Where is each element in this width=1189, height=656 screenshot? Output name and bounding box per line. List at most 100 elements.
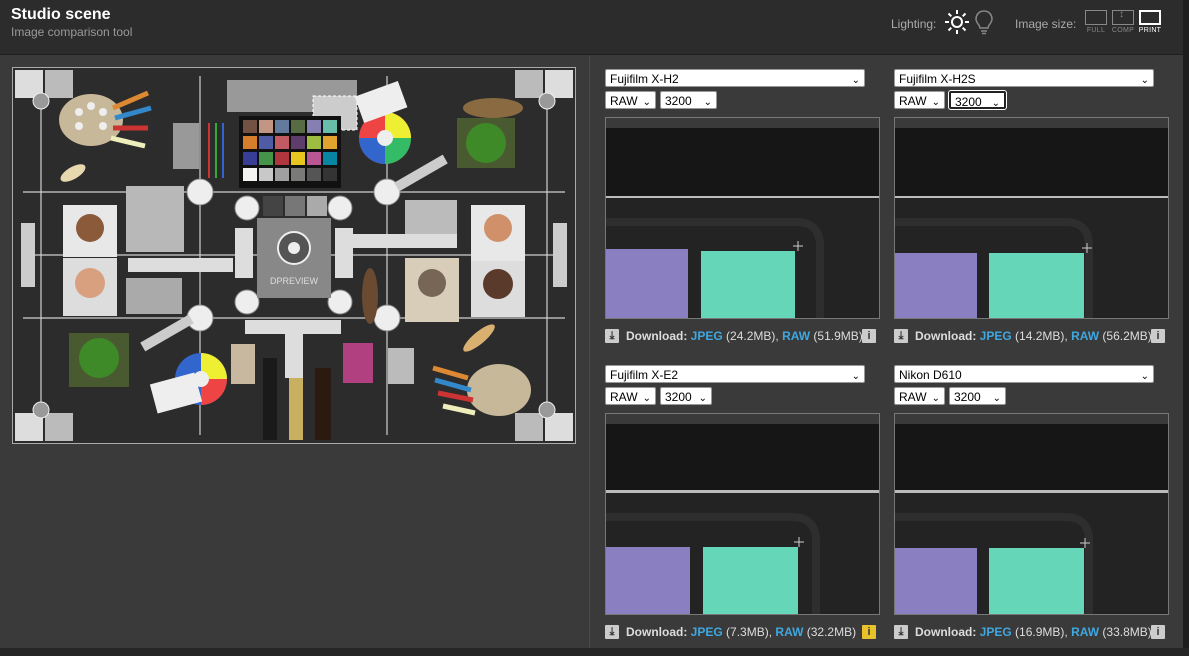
chevron-down-icon: ⌄ bbox=[851, 371, 860, 382]
raw-download-link[interactable]: RAW bbox=[1071, 329, 1099, 343]
raw-size: (33.8MB) bbox=[1102, 625, 1152, 639]
format-select-value: RAW bbox=[610, 390, 638, 404]
size-full-icon bbox=[1085, 10, 1107, 25]
chevron-down-icon: ⌄ bbox=[992, 393, 1001, 404]
format-select[interactable]: RAW ⌄ bbox=[894, 387, 945, 405]
chevron-down-icon: ⌄ bbox=[851, 75, 860, 86]
crop-preview bbox=[895, 414, 1168, 614]
camera-select-value: Fujifilm X-H2S bbox=[899, 72, 976, 86]
format-select-value: RAW bbox=[899, 390, 927, 404]
chevron-down-icon: ⌄ bbox=[642, 97, 651, 108]
iso-select-value: 3200 bbox=[665, 94, 692, 108]
camera-select[interactable]: Fujifilm X-H2 ⌄ bbox=[605, 69, 865, 87]
camera-select[interactable]: Fujifilm X-E2 ⌄ bbox=[605, 365, 865, 383]
size-full-label: FULL bbox=[1086, 27, 1106, 34]
page-subtitle: Image comparison tool bbox=[11, 25, 133, 39]
format-select[interactable]: RAW ⌄ bbox=[605, 91, 656, 109]
crop-preview bbox=[895, 118, 1168, 318]
camera-select-value: Fujifilm X-H2 bbox=[610, 72, 679, 86]
camera-select[interactable]: Nikon D610 ⌄ bbox=[894, 365, 1154, 383]
jpeg-download-link[interactable]: JPEG bbox=[980, 329, 1012, 343]
camera-select-value: Nikon D610 bbox=[899, 368, 962, 382]
download-icon[interactable]: ⤓ bbox=[894, 329, 908, 343]
chevron-down-icon: ⌄ bbox=[931, 393, 940, 404]
jpeg-size: (14.2MB) bbox=[1015, 329, 1065, 343]
raw-download-link[interactable]: RAW bbox=[782, 329, 810, 343]
image-crop[interactable] bbox=[894, 117, 1169, 319]
iso-select[interactable]: 3200 ⌄ bbox=[949, 387, 1006, 405]
bulb-icon[interactable] bbox=[973, 9, 995, 35]
download-label: Download: bbox=[915, 329, 977, 343]
page-title: Studio scene bbox=[11, 6, 111, 23]
chevron-down-icon: ⌄ bbox=[1140, 371, 1149, 382]
comparison-panel-2: Fujifilm X-H2S ⌄ RAW ⌄ 3200 ⌄ ⤓ Download: J… bbox=[894, 69, 1169, 349]
swatch-mint bbox=[989, 253, 1084, 318]
swatch-mint bbox=[701, 251, 795, 318]
chevron-down-icon: ⌄ bbox=[1140, 75, 1149, 86]
image-crop[interactable] bbox=[894, 413, 1169, 615]
download-icon[interactable]: ⤓ bbox=[894, 625, 908, 639]
crop-preview bbox=[606, 414, 879, 614]
iso-select-value: 3200 bbox=[954, 390, 981, 404]
swatch-lavender bbox=[895, 253, 977, 318]
size-comp-icon: ↕ bbox=[1112, 9, 1134, 25]
info-icon[interactable]: i bbox=[1151, 625, 1165, 639]
format-select-value: RAW bbox=[899, 94, 927, 108]
comparison-panel-1: Fujifilm X-H2 ⌄ RAW ⌄ 3200 ⌄ ⤓ Download: JP… bbox=[605, 69, 880, 349]
chevron-down-icon: ⌄ bbox=[642, 393, 651, 404]
format-select[interactable]: RAW ⌄ bbox=[894, 91, 945, 109]
scene-chart-text: DPREVIEW bbox=[270, 276, 319, 286]
raw-download-link[interactable]: RAW bbox=[1071, 625, 1099, 639]
app-header: Studio scene Image comparison tool Light… bbox=[0, 0, 1183, 55]
iso-select[interactable]: 3200 ⌄ bbox=[660, 387, 712, 405]
size-comp-button[interactable]: ↕ COMP bbox=[1110, 9, 1136, 38]
info-icon[interactable]: i bbox=[1151, 329, 1165, 343]
download-label: Download: bbox=[915, 625, 977, 639]
format-select-value: RAW bbox=[610, 94, 638, 108]
chevron-down-icon: ⌄ bbox=[703, 97, 712, 108]
raw-size: (51.9MB) bbox=[813, 329, 863, 343]
camera-select[interactable]: Fujifilm X-H2S ⌄ bbox=[894, 69, 1154, 87]
download-icon[interactable]: ⤓ bbox=[605, 329, 619, 343]
image-size-label: Image size: bbox=[1015, 17, 1077, 31]
download-label: Download: bbox=[626, 625, 688, 639]
size-comp-label: COMP bbox=[1111, 27, 1135, 34]
download-label: Download: bbox=[626, 329, 688, 343]
chevron-down-icon: ⌄ bbox=[991, 98, 1000, 109]
download-icon[interactable]: ⤓ bbox=[605, 625, 619, 639]
iso-select[interactable]: 3200 ⌄ bbox=[660, 91, 717, 109]
lighting-label: Lighting: bbox=[891, 17, 937, 31]
image-crop[interactable] bbox=[605, 117, 880, 319]
window-frame-bottom bbox=[0, 648, 1189, 656]
size-print-icon bbox=[1139, 10, 1161, 25]
jpeg-download-link[interactable]: JPEG bbox=[691, 625, 723, 639]
size-full-button[interactable]: FULL bbox=[1083, 10, 1109, 38]
download-row: ⤓ Download: JPEG (16.9MB), RAW (33.8MB) … bbox=[894, 625, 1169, 641]
size-print-button[interactable]: PRINT bbox=[1137, 10, 1163, 38]
sun-icon[interactable] bbox=[944, 9, 970, 35]
download-row: ⤓ Download: JPEG (14.2MB), RAW (56.2MB) … bbox=[894, 329, 1169, 345]
comparison-panel-3: Fujifilm X-E2 ⌄ RAW ⌄ 3200 ⌄ ⤓ Download: JP… bbox=[605, 365, 880, 645]
info-warning-icon[interactable]: i bbox=[862, 625, 876, 639]
chevron-down-icon: ⌄ bbox=[931, 97, 940, 108]
jpeg-size: (24.2MB) bbox=[726, 329, 776, 343]
image-crop[interactable] bbox=[605, 413, 880, 615]
camera-select-value: Fujifilm X-E2 bbox=[610, 368, 679, 382]
iso-select[interactable]: 3200 ⌄ bbox=[948, 90, 1007, 110]
swatch-mint bbox=[703, 547, 798, 614]
studio-scene-thumbnail[interactable]: DPREVIEW bbox=[12, 67, 576, 444]
swatch-lavender bbox=[895, 548, 977, 614]
panel-divider bbox=[589, 56, 590, 648]
info-icon[interactable]: i bbox=[862, 329, 876, 343]
chevron-down-icon: ⌄ bbox=[698, 393, 707, 404]
jpeg-size: (7.3MB) bbox=[726, 625, 769, 639]
raw-download-link[interactable]: RAW bbox=[775, 625, 803, 639]
format-select[interactable]: RAW ⌄ bbox=[605, 387, 656, 405]
swatch-lavender bbox=[606, 547, 690, 614]
swatch-lavender bbox=[606, 249, 688, 318]
jpeg-download-link[interactable]: JPEG bbox=[691, 329, 723, 343]
jpeg-download-link[interactable]: JPEG bbox=[980, 625, 1012, 639]
scene-illustration: DPREVIEW bbox=[13, 68, 575, 443]
download-row: ⤓ Download: JPEG (24.2MB), RAW (51.9MB) … bbox=[605, 329, 880, 345]
download-row: ⤓ Download: JPEG (7.3MB), RAW (32.2MB) i bbox=[605, 625, 880, 641]
